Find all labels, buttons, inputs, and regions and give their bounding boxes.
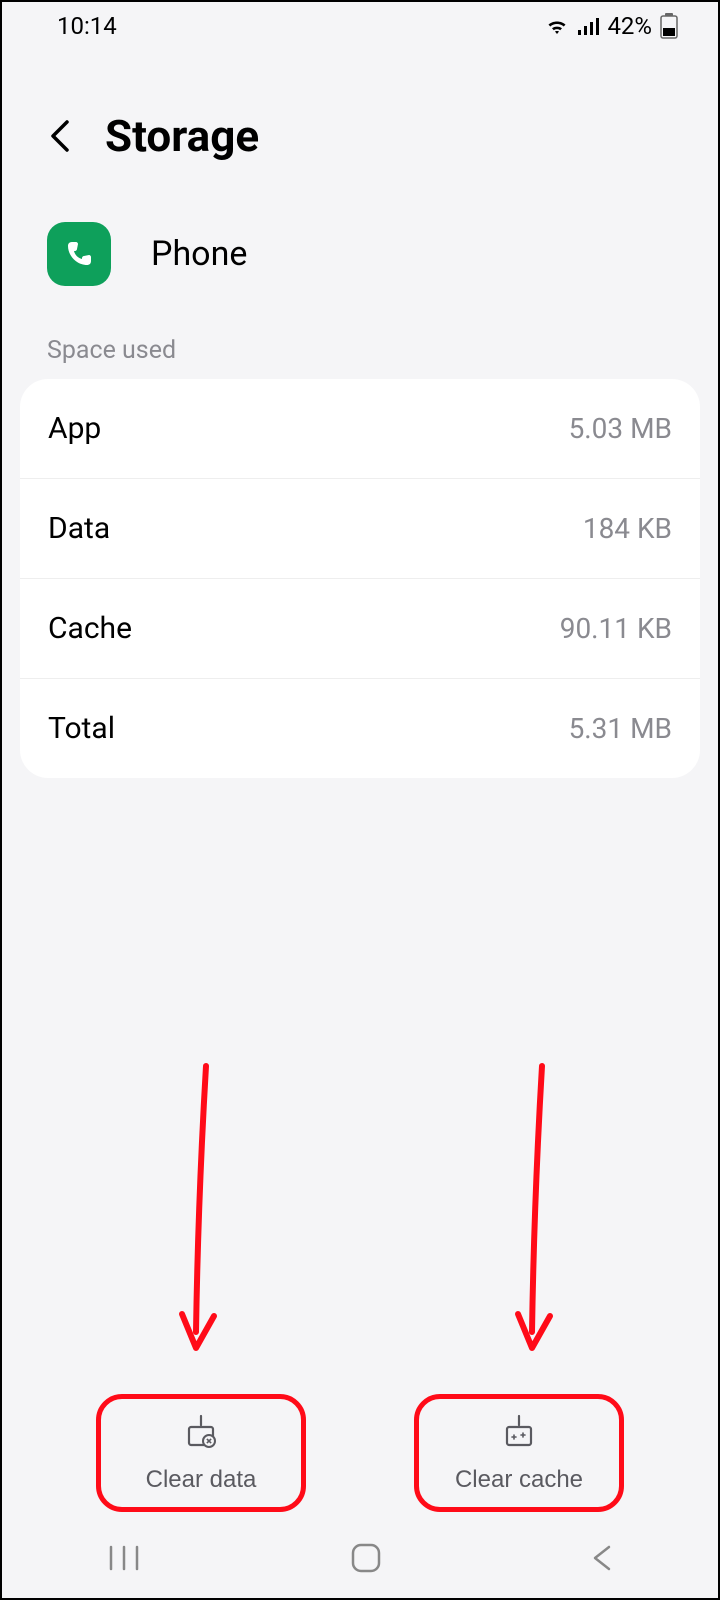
header: Storage xyxy=(2,50,718,192)
nav-bar xyxy=(2,1518,718,1598)
page-title: Storage xyxy=(105,110,259,162)
status-bar: 10:14 42% xyxy=(2,2,718,50)
arrow-annotation-icon xyxy=(512,1062,562,1362)
row-data-value: 184 KB xyxy=(583,512,672,545)
row-cache: Cache 90.11 KB xyxy=(20,578,700,678)
row-total: Total 5.31 MB xyxy=(20,678,700,778)
broom-sparkle-icon xyxy=(499,1413,539,1456)
row-app: App 5.03 MB xyxy=(20,379,700,478)
back-icon[interactable] xyxy=(47,116,75,156)
arrow-annotation-icon xyxy=(176,1062,226,1362)
app-row: Phone xyxy=(2,192,718,336)
section-label-space-used: Space used xyxy=(2,336,718,379)
home-icon[interactable] xyxy=(349,1541,383,1575)
wifi-icon xyxy=(545,16,569,36)
nav-back-icon[interactable] xyxy=(589,1543,615,1573)
recents-icon[interactable] xyxy=(105,1543,143,1573)
status-right: 42% xyxy=(545,12,678,40)
phone-app-icon xyxy=(47,222,111,286)
row-cache-value: 90.11 KB xyxy=(560,612,672,645)
row-total-label: Total xyxy=(48,711,115,746)
bottom-actions: Clear data Clear cache xyxy=(2,1394,718,1512)
battery-icon xyxy=(660,13,678,39)
row-app-label: App xyxy=(48,411,101,446)
clear-data-label: Clear data xyxy=(146,1466,257,1494)
row-total-value: 5.31 MB xyxy=(569,712,672,745)
app-name: Phone xyxy=(151,234,247,274)
status-time: 10:14 xyxy=(57,12,117,40)
row-data: Data 184 KB xyxy=(20,478,700,578)
row-app-value: 5.03 MB xyxy=(569,412,672,445)
storage-card: App 5.03 MB Data 184 KB Cache 90.11 KB T… xyxy=(20,379,700,778)
broom-icon xyxy=(181,1413,221,1456)
battery-percentage: 42% xyxy=(607,12,652,40)
signal-icon xyxy=(577,16,599,36)
row-data-label: Data xyxy=(48,511,110,546)
row-cache-label: Cache xyxy=(48,611,132,646)
clear-cache-button[interactable]: Clear cache xyxy=(414,1394,624,1512)
clear-data-button[interactable]: Clear data xyxy=(96,1394,306,1512)
clear-cache-label: Clear cache xyxy=(455,1466,583,1494)
